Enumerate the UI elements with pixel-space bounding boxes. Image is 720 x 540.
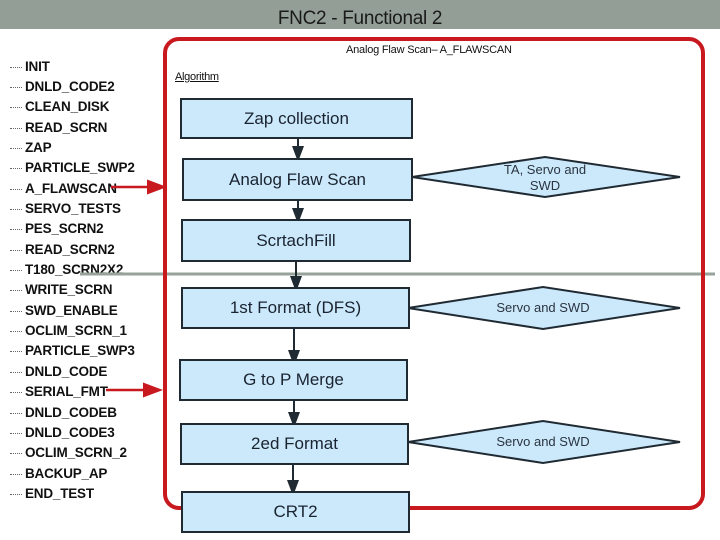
- test-item-label: BACKUP_AP: [25, 465, 108, 481]
- step-label: G to P Merge: [243, 370, 344, 389]
- decision-label: Servo and SWD: [496, 434, 590, 449]
- step-g-to-p-merge: G to P Merge: [179, 359, 408, 401]
- frame-title: Analog Flaw Scan– A_FLAWSCAN: [346, 44, 512, 56]
- decision-ta-servo-swd: TA, Servo and SWD: [490, 159, 600, 197]
- test-item-zap[interactable]: ZAP: [10, 137, 135, 157]
- tree-connector: [10, 392, 22, 394]
- test-item-label: PARTICLE_SWP3: [25, 343, 135, 359]
- step-label: Analog Flaw Scan: [228, 169, 367, 189]
- test-item-swd-enable[interactable]: SWD_ENABLE: [10, 300, 135, 320]
- tree-connector: [10, 127, 22, 130]
- test-item-particle-swp3[interactable]: PARTICLE_SWP3: [10, 341, 135, 361]
- step-label: Zap collection: [244, 108, 349, 128]
- slide-title: FNC2 - Functional 2: [277, 8, 443, 29]
- test-item-label: INIT: [25, 58, 50, 74]
- test-item-label: CLEAN_DISK: [25, 99, 110, 115]
- test-item-label: SERVO_TESTS: [25, 201, 121, 217]
- test-item-read-scrn[interactable]: READ_SCRN: [10, 117, 135, 137]
- test-item-dnld-codeb[interactable]: DNLD_CODEB: [10, 402, 135, 422]
- tree-connector: [10, 371, 22, 374]
- tree-connector: [10, 209, 22, 211]
- test-item-label: DNLD_CODE2: [25, 79, 115, 95]
- decision-servo-swd-2: Servo and SWD: [470, 432, 616, 452]
- test-item-label: ZAP: [25, 140, 52, 156]
- step-2ed-format: 2ed Format: [180, 423, 409, 465]
- tree-connector: [10, 107, 22, 109]
- step-zap-collection: Zap collection: [180, 98, 413, 139]
- test-item-label: SWD_ENABLE: [25, 302, 118, 318]
- test-item-dnld-code3[interactable]: DNLD_CODE3: [10, 422, 135, 442]
- step-label: ScrtachFill: [256, 230, 336, 250]
- tree-connector: [10, 148, 22, 150]
- tree-connector: [10, 290, 22, 292]
- test-item-label: OCLIM_SCRN_1: [25, 323, 127, 339]
- decision-label: TA, Servo and SWD: [503, 162, 587, 193]
- test-item-pes-scrn2[interactable]: PES_SCRN2: [10, 219, 135, 239]
- tree-connector: [10, 432, 22, 435]
- test-item-dnld-code2[interactable]: DNLD_CODE2: [10, 76, 135, 96]
- test-item-servo-tests[interactable]: SERVO_TESTS: [10, 198, 135, 218]
- test-item-oclim-scrn-2[interactable]: OCLIM_SCRN_2: [10, 443, 135, 463]
- title-bar: FNC2 - Functional 2: [0, 0, 720, 29]
- tree-connector: [10, 473, 22, 476]
- tree-connector: [10, 249, 22, 252]
- tree-connector: [10, 229, 22, 231]
- step-analog-flaw-scan: Analog Flaw Scan: [182, 158, 413, 201]
- test-item-label: DNLD_CODE: [25, 363, 108, 379]
- test-item-particle-swp2[interactable]: PARTICLE_SWP2: [10, 158, 135, 178]
- test-item-serial-fmt[interactable]: SERIAL_FMT: [10, 382, 135, 402]
- tree-connector: [10, 493, 22, 496]
- test-item-label: DNLD_CODEB: [25, 404, 117, 420]
- test-item-label: OCLIM_SCRN_2: [25, 445, 127, 461]
- test-item-dnld-code[interactable]: DNLD_CODE: [10, 361, 135, 381]
- test-item-end-test[interactable]: END_TEST: [10, 483, 135, 503]
- step-label: 1st Format (DFS): [229, 298, 362, 317]
- step-crt2: CRT2: [181, 491, 410, 533]
- test-item-label: WRITE_SCRN: [25, 282, 113, 298]
- test-item-label: DNLD_CODE3: [25, 424, 115, 440]
- test-item-label: END_TEST: [25, 485, 94, 501]
- tree-connector: [10, 310, 22, 313]
- tree-connector: [10, 351, 22, 353]
- tree-connector: [10, 168, 22, 170]
- test-item-label: READ_SCRN2: [25, 241, 115, 257]
- test-item-backup-ap[interactable]: BACKUP_AP: [10, 463, 135, 483]
- test-item-label: PARTICLE_SWP2: [25, 160, 135, 176]
- decision-label: Servo and SWD: [496, 300, 590, 315]
- test-item-label: SERIAL_FMT: [25, 384, 108, 400]
- step-label: 2ed Format: [251, 434, 338, 453]
- test-item-oclim-scrn-1[interactable]: OCLIM_SCRN_1: [10, 320, 135, 340]
- test-item-read-scrn2[interactable]: READ_SCRN2: [10, 239, 135, 259]
- test-item-a-flawscan[interactable]: A_FLAWSCAN: [10, 178, 135, 198]
- step-1st-format: 1st Format (DFS): [181, 287, 410, 329]
- slide: FNC2 - Functional 2 INIT DNLD_CODE2 CLEA…: [0, 0, 720, 540]
- tree-connector: [10, 270, 22, 272]
- tree-connector: [10, 87, 22, 89]
- test-item-init[interactable]: INIT: [10, 56, 135, 76]
- tree-connector: [10, 331, 22, 333]
- test-item-clean-disk[interactable]: CLEAN_DISK: [10, 97, 135, 117]
- algorithm-link[interactable]: Algorithm: [175, 71, 219, 83]
- test-item-label: PES_SCRN2: [25, 221, 104, 237]
- test-item-label: T180_SCRN2X2: [25, 262, 124, 278]
- step-label: CRT2: [273, 502, 318, 521]
- tree-connector: [10, 412, 22, 415]
- tree-connector: [10, 66, 22, 69]
- tree-connector: [10, 188, 22, 191]
- test-item-write-scrn[interactable]: WRITE_SCRN: [10, 280, 135, 300]
- test-sequence-list: INIT DNLD_CODE2 CLEAN_DISK READ_SCRN ZAP…: [10, 56, 135, 504]
- test-item-label: A_FLAWSCAN: [25, 180, 117, 196]
- test-item-t180-scrn2x2[interactable]: T180_SCRN2X2: [10, 259, 135, 279]
- tree-connector: [10, 453, 22, 455]
- test-item-label: READ_SCRN: [25, 119, 108, 135]
- step-scratch-fill: ScrtachFill: [181, 219, 411, 262]
- decision-servo-swd-1: Servo and SWD: [470, 298, 616, 318]
